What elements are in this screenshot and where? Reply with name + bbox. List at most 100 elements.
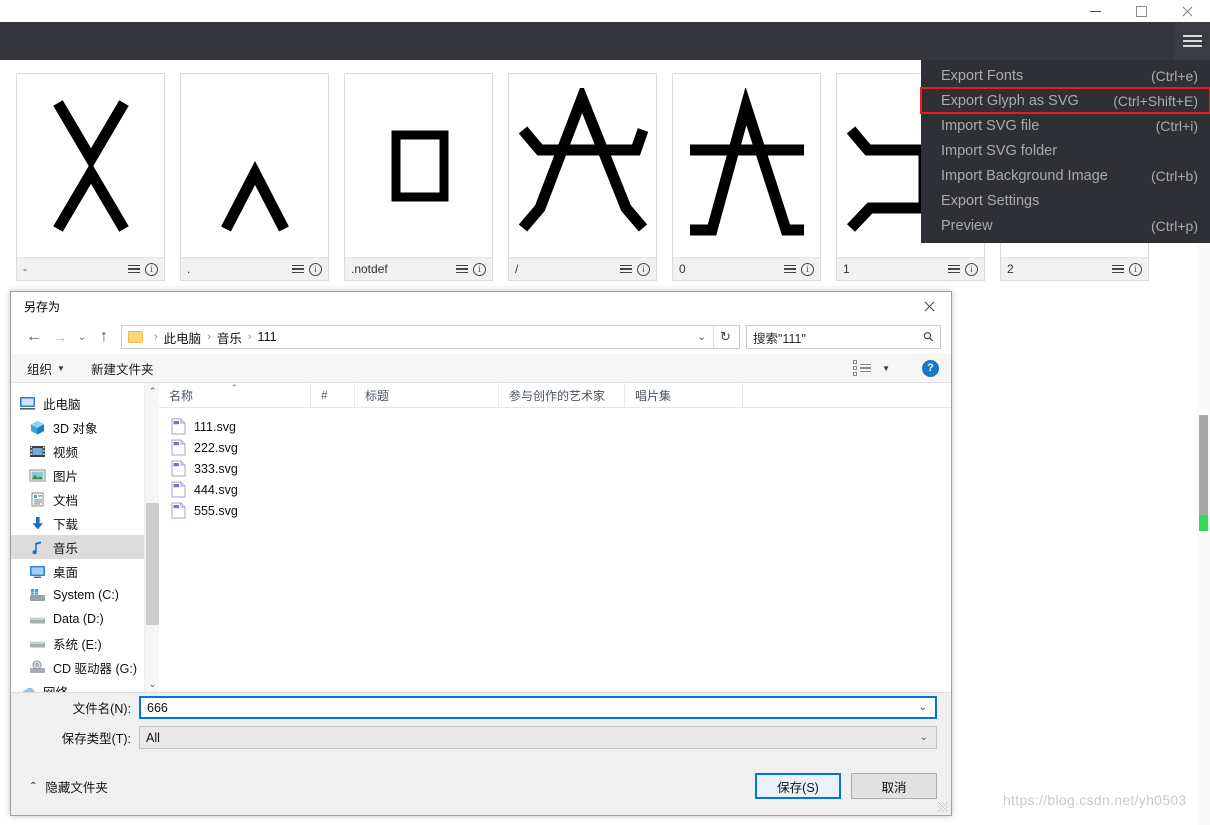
nav-item-pictures[interactable]: 图片 <box>11 463 159 487</box>
chevron-down-icon[interactable]: ⌄ <box>691 332 713 343</box>
column-header[interactable]: 参与创作的艺术家 <box>499 382 625 408</box>
close-button[interactable] <box>1164 0 1210 22</box>
chevron-up-icon: ⌃ <box>29 780 38 792</box>
navpane-scrollbar[interactable]: ⌃ ⌄ <box>144 383 159 692</box>
column-header-label: 参与创作的艺术家 <box>509 388 606 403</box>
glyph-info-icon[interactable]: i <box>1129 262 1142 276</box>
drive-icon <box>29 636 46 651</box>
scroll-down-icon[interactable]: ⌄ <box>145 676 159 692</box>
glyph-cell[interactable]: .i <box>180 73 329 281</box>
column-header[interactable]: 唱片集 <box>625 382 743 408</box>
glyph-menu-icon[interactable] <box>128 264 140 274</box>
help-icon[interactable]: ? <box>922 359 939 377</box>
file-row[interactable]: 555.svg <box>159 500 951 521</box>
glyph-info-icon[interactable]: i <box>145 262 158 276</box>
glyph-menu-icon[interactable] <box>1112 264 1124 274</box>
new-folder-button[interactable]: 新建文件夹 <box>91 359 154 378</box>
hide-folders-toggle[interactable]: ⌃ 隐藏文件夹 <box>29 777 108 796</box>
glyph-info-icon[interactable]: i <box>801 262 814 276</box>
column-header[interactable]: # <box>311 382 355 408</box>
chevron-down-icon[interactable]: ⌄ <box>919 702 931 713</box>
menu-item[interactable]: Import SVG folder <box>921 138 1210 163</box>
organize-button[interactable]: 组织 ▼ <box>27 359 65 378</box>
search-input[interactable]: 搜索"111" ⚲ <box>746 325 941 349</box>
glyph-info-icon[interactable]: i <box>473 262 486 276</box>
file-row[interactable]: 222.svg <box>159 437 951 458</box>
glyph-menu-icon[interactable] <box>620 264 632 274</box>
breadcrumb-item-1[interactable]: 音乐 <box>217 328 242 347</box>
dialog-navbar: ← → ⌄ ↑ › 此电脑 › 音乐 › 111 ⌄ ↻ 搜索"111" ⚲ <box>11 320 951 354</box>
minimize-button[interactable] <box>1072 0 1118 22</box>
refresh-icon[interactable]: ↻ <box>713 325 737 349</box>
maximize-button[interactable] <box>1118 0 1164 22</box>
menu-item[interactable]: Export Glyph as SVG (Ctrl+Shift+E) <box>920 87 1210 114</box>
dialog-close-button[interactable] <box>907 292 951 320</box>
file-list-rows: 111.svg 222.svg 333.svg 444.svg 555.svg <box>159 408 951 521</box>
menu-item-label: Import Background Image <box>941 167 1108 184</box>
nav-item-downloads[interactable]: 下载 <box>11 511 159 535</box>
nav-item-label: 图片 <box>53 469 79 484</box>
menu-item[interactable]: Export Fonts (Ctrl+e) <box>921 63 1210 88</box>
file-list-header: ⌃ 名称 # 标题 参与创作的艺术家 唱片集 <box>159 382 951 408</box>
glyph-info-icon[interactable]: i <box>309 262 322 276</box>
glyph-menu-icon[interactable] <box>456 264 468 274</box>
filetype-row: 保存类型(T): All ⌄ <box>11 724 951 751</box>
nav-item-network[interactable]: 网络 <box>11 679 159 692</box>
glyph-cell[interactable]: / i <box>508 73 657 281</box>
breadcrumb-item-2[interactable]: 111 <box>258 330 277 344</box>
column-header[interactable]: 标题 <box>355 382 499 408</box>
nav-item-system-drive[interactable]: System (C:) <box>11 583 159 607</box>
menu-item[interactable]: Preview (Ctrl+p) <box>921 213 1210 238</box>
column-header[interactable]: ⌃ 名称 <box>159 382 311 408</box>
resize-grip[interactable] <box>938 802 948 812</box>
hamburger-icon[interactable] <box>1174 22 1210 60</box>
nav-item-drive[interactable]: Data (D:) <box>11 607 159 631</box>
file-row[interactable]: 444.svg <box>159 479 951 500</box>
back-button[interactable]: ← <box>21 324 47 350</box>
nav-item-label: 文档 <box>53 493 79 508</box>
scroll-up-icon[interactable]: ⌃ <box>145 383 159 399</box>
navpane-scroll-thumb[interactable] <box>146 503 159 625</box>
menu-item[interactable]: Import SVG file (Ctrl+i) <box>921 113 1210 138</box>
glyph-menu-icon[interactable] <box>948 264 960 274</box>
recent-locations-button[interactable]: ⌄ <box>73 324 91 350</box>
glyph-menu-icon[interactable] <box>784 264 796 274</box>
menu-item-shortcut: (Ctrl+p) <box>1150 217 1198 234</box>
filename-input[interactable]: 666 ⌄ <box>139 696 937 719</box>
nav-item-cd-drive[interactable]: CD 驱动器 (G:) <box>11 655 159 679</box>
menu-item-shortcut: (Ctrl+e) <box>1150 67 1198 84</box>
save-button[interactable]: 保存(S) <box>755 773 841 799</box>
chevron-down-icon[interactable]: ⌄ <box>920 732 932 743</box>
file-row[interactable]: 111.svg <box>159 416 951 437</box>
nav-item-documents[interactable]: 文档 <box>11 487 159 511</box>
nav-item-music[interactable]: 音乐 <box>11 535 159 559</box>
save-as-dialog: 另存为 ← → ⌄ ↑ › 此电脑 › 音乐 › 111 ⌄ ↻ 搜索"111" <box>10 291 952 816</box>
glyph-name: 1 <box>843 262 850 276</box>
glyph-cell[interactable]: .notdef i <box>344 73 493 281</box>
nav-item-3d-objects[interactable]: 3D 对象 <box>11 415 159 439</box>
breadcrumb-item-0[interactable]: 此电脑 <box>164 328 202 347</box>
nav-item-drive[interactable]: 系统 (E:) <box>11 631 159 655</box>
glyph-cell[interactable]: 0i <box>672 73 821 281</box>
filetype-select[interactable]: All ⌄ <box>139 726 937 749</box>
scrollbar-thumb[interactable] <box>1199 415 1208 520</box>
cancel-button[interactable]: 取消 <box>851 773 937 799</box>
glyph-menu-icon[interactable] <box>292 264 304 274</box>
filename-label: 文件名(N): <box>72 702 131 716</box>
nav-item-videos[interactable]: 视频 <box>11 439 159 463</box>
menu-item[interactable]: Import Background Image (Ctrl+b) <box>921 163 1210 188</box>
menu-item[interactable]: Export Settings <box>921 188 1210 213</box>
file-list-pane: ⌃ 名称 # 标题 参与创作的艺术家 唱片集 111.svg 222.svg 333.svg 4… <box>159 382 951 692</box>
glyph-cell[interactable]: -i <box>16 73 165 281</box>
nav-item-computer[interactable]: 此电脑 <box>11 391 159 415</box>
nav-item-desktop[interactable]: 桌面 <box>11 559 159 583</box>
forward-button[interactable]: → <box>47 324 73 350</box>
glyph-info-icon[interactable]: i <box>637 262 650 276</box>
file-row[interactable]: 333.svg <box>159 458 951 479</box>
breadcrumb[interactable]: › 此电脑 › 音乐 › 111 ⌄ ↻ <box>121 325 740 349</box>
view-options-button[interactable]: ▼ <box>853 360 890 376</box>
chevron-down-icon: ▼ <box>882 363 890 373</box>
glyph-info-icon[interactable]: i <box>965 262 978 276</box>
folder-icon <box>128 331 143 343</box>
up-button[interactable]: ↑ <box>91 324 117 350</box>
